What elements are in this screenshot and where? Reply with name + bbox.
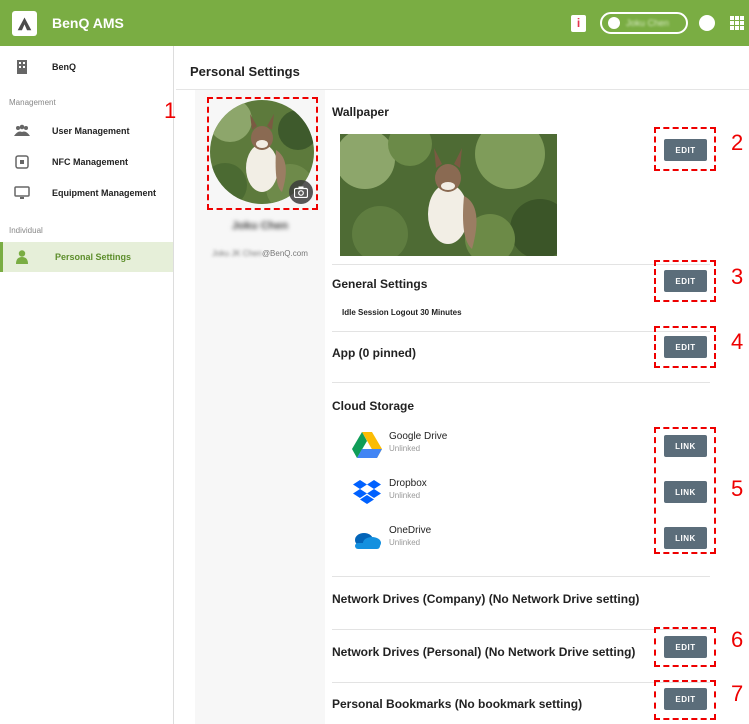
cloud-item-name: Dropbox: [389, 478, 427, 489]
profile-name: Joku Chen: [231, 220, 289, 232]
callout-number-5: 5: [731, 476, 744, 501]
sidebar-item-label: User Management: [52, 126, 130, 136]
user-account-button[interactable]: Joku Chen: [600, 12, 688, 34]
app-logo-icon[interactable]: [12, 11, 37, 36]
page-title: Personal Settings: [190, 64, 300, 79]
cloud-item-dropbox: Dropbox Unlinked: [352, 477, 552, 507]
section-title-app: App (0 pinned): [332, 346, 416, 360]
callout-box-1: [207, 97, 318, 210]
sidebar-section-management: Management: [9, 98, 56, 107]
section-title-bookmarks: Personal Bookmarks (No bookmark setting): [332, 697, 583, 711]
callout-box-3: [654, 260, 716, 302]
notification-icon[interactable]: i: [571, 15, 586, 32]
section-title-wallpaper: Wallpaper: [332, 105, 389, 119]
sidebar-item-user-management[interactable]: User Management: [0, 116, 173, 146]
callout-box-5: [654, 427, 716, 554]
user-name-label: Joku Chen: [626, 18, 670, 28]
cloud-item-status: Unlinked: [389, 491, 421, 500]
sidebar-item-benq[interactable]: BenQ: [0, 52, 173, 82]
user-icon: [608, 17, 620, 29]
nfc-icon: [15, 155, 29, 169]
section-title-network-personal: Network Drives (Personal) (No Network Dr…: [332, 645, 636, 659]
sidebar-item-label: BenQ: [52, 62, 77, 72]
profile-email: Joku JK Chen@BenQ.com: [212, 249, 308, 258]
section-title-general-settings: General Settings: [332, 277, 428, 291]
callout-box-6: [654, 627, 716, 667]
sidebar-item-nfc-management[interactable]: NFC Management: [0, 147, 173, 177]
wallpaper-preview: [340, 134, 557, 256]
monitor-icon: [14, 186, 30, 199]
apps-grid-icon[interactable]: [730, 16, 744, 30]
building-icon: [17, 60, 27, 74]
cloud-item-status: Unlinked: [389, 538, 421, 547]
callout-number-7: 7: [731, 681, 744, 706]
sidebar-item-equipment-management[interactable]: Equipment Management: [0, 178, 173, 208]
cloud-item-name: Google Drive: [389, 431, 448, 442]
divider: [332, 382, 710, 383]
person-icon: [16, 250, 28, 264]
callout-number-3: 3: [731, 264, 744, 289]
callout-number-6: 6: [731, 627, 744, 652]
section-title-network-company: Network Drives (Company) (No Network Dri…: [332, 592, 640, 606]
sidebar-item-label: NFC Management: [52, 157, 129, 167]
sidebar-item-personal-settings[interactable]: Personal Settings: [0, 242, 173, 272]
sidebar-item-label: Equipment Management: [52, 188, 157, 198]
top-bar: BenQ AMS i Joku Chen: [0, 0, 749, 46]
callout-number-2: 2: [731, 130, 744, 155]
cloud-item-onedrive: OneDrive Unlinked: [352, 524, 552, 554]
sidebar-item-label: Personal Settings: [55, 252, 132, 262]
callout-box-7: [654, 680, 716, 720]
dropbox-icon: [353, 480, 381, 504]
cloud-item-google-drive: Google Drive Unlinked: [352, 430, 552, 460]
users-icon: [14, 124, 30, 136]
idle-logout-text: Idle Session Logout 30 Minutes: [342, 308, 462, 317]
sidebar-section-individual: Individual: [9, 226, 43, 235]
callout-box-2: [654, 127, 716, 171]
cloud-item-status: Unlinked: [389, 444, 421, 453]
divider: [332, 576, 710, 577]
callout-number-1: 1: [164, 98, 177, 123]
sidebar: BenQ Management User Management NFC Mana…: [0, 46, 174, 724]
google-drive-icon: [352, 432, 382, 458]
callout-number-4: 4: [731, 329, 744, 354]
app-title: BenQ AMS: [52, 15, 124, 31]
callout-box-4: [654, 326, 716, 368]
globe-icon[interactable]: [699, 15, 715, 31]
cloud-item-name: OneDrive: [389, 525, 432, 536]
onedrive-icon: [355, 533, 381, 549]
section-title-cloud-storage: Cloud Storage: [332, 399, 415, 413]
